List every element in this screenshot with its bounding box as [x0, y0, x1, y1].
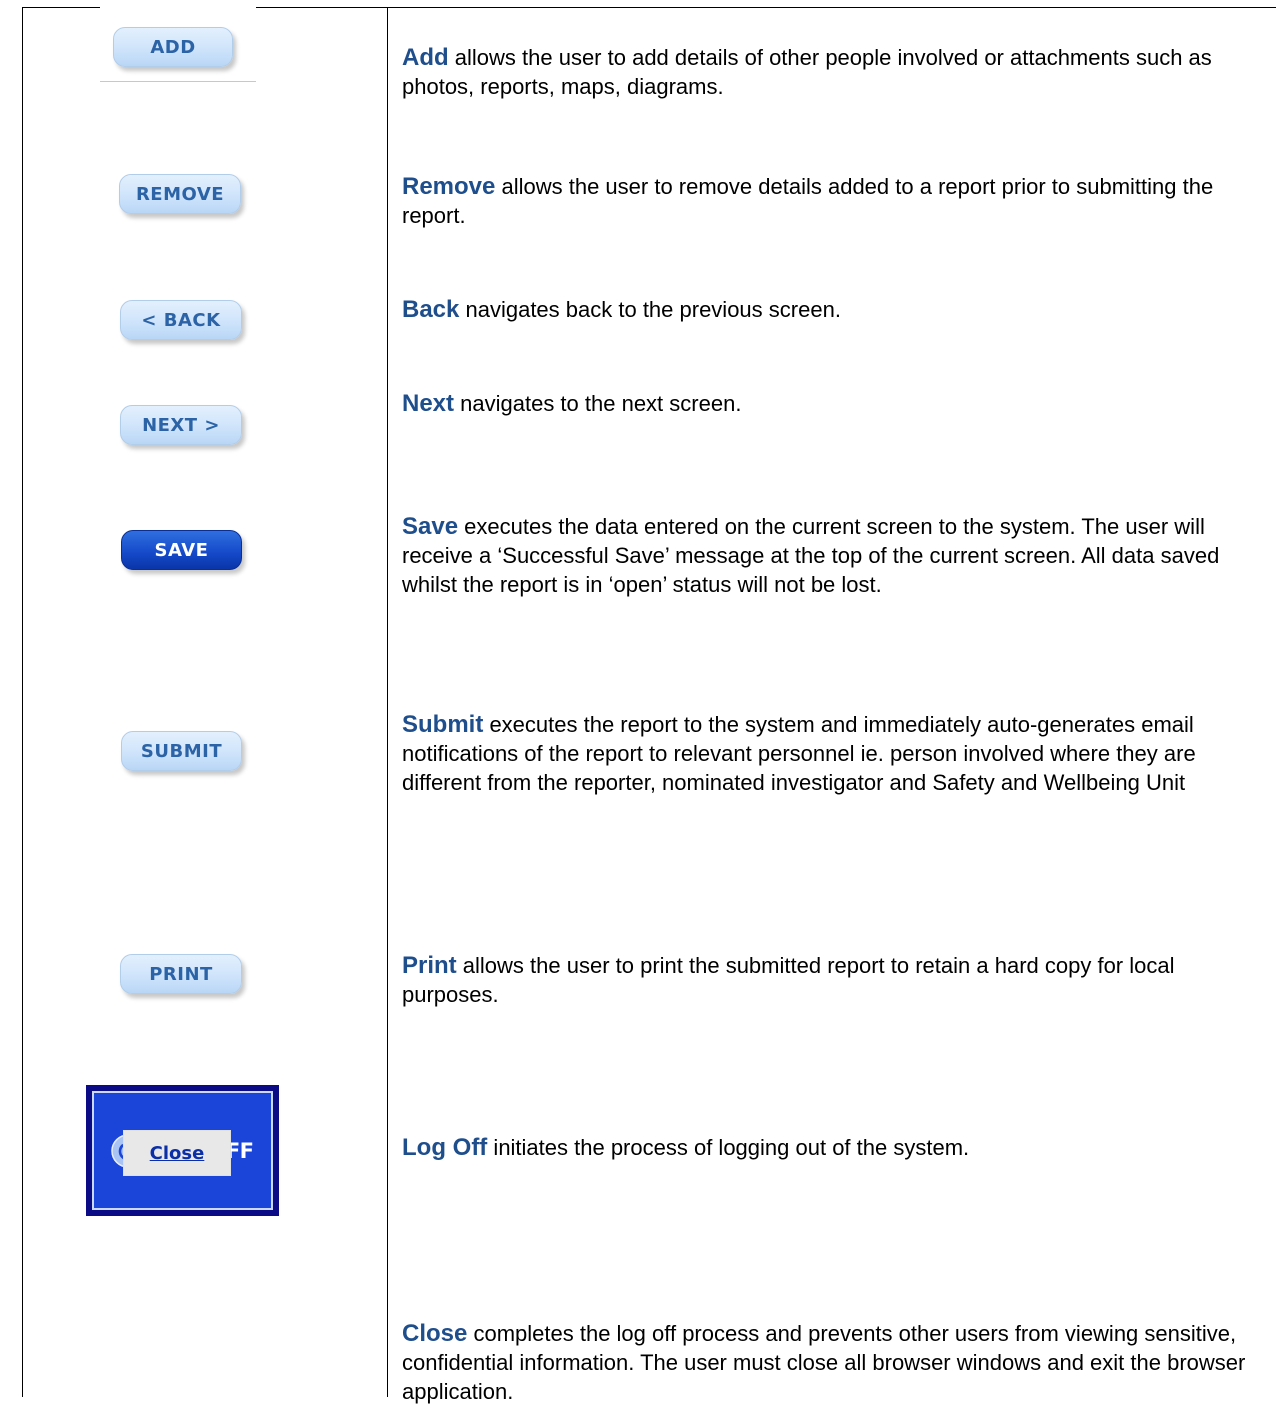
top-border-gap	[100, 6, 256, 9]
close-text: completes the log off process and preven…	[402, 1321, 1246, 1404]
add-text: allows the user to add details of other …	[402, 45, 1212, 99]
logoff-text: initiates the process of logging out of …	[487, 1135, 970, 1160]
next-term: Next	[402, 390, 455, 417]
logoff-term: Log Off	[402, 1134, 488, 1161]
close-term: Close	[402, 1320, 468, 1347]
save-term: Save	[402, 513, 459, 540]
save-button[interactable]: SAVE	[121, 530, 242, 570]
submit-button[interactable]: SUBMIT	[121, 731, 242, 771]
close-link[interactable]: Close	[150, 1143, 205, 1164]
print-description: Print allows the user to print the submi…	[402, 951, 1272, 1009]
back-button[interactable]: < BACK	[120, 300, 242, 340]
add-term: Add	[402, 44, 449, 71]
submit-term: Submit	[402, 711, 484, 738]
back-term: Back	[402, 296, 460, 323]
remove-term: Remove	[402, 173, 496, 200]
back-text: navigates back to the previous screen.	[459, 297, 841, 322]
logoff-description: Log Off initiates the process of logging…	[402, 1133, 1272, 1162]
close-button[interactable]: Close	[123, 1130, 231, 1176]
add-underline	[100, 81, 256, 82]
submit-description: Submit executes the report to the system…	[402, 710, 1272, 797]
back-description: Back navigates back to the previous scre…	[402, 295, 1272, 324]
column-divider	[387, 7, 388, 1397]
document-page: ADD REMOVE < BACK NEXT > SAVE SUBMIT PRI…	[0, 0, 1276, 1404]
remove-description: Remove allows the user to remove details…	[402, 172, 1272, 230]
print-button[interactable]: PRINT	[120, 954, 242, 994]
next-button[interactable]: NEXT >	[120, 405, 242, 445]
next-description: Next navigates to the next screen.	[402, 389, 1272, 418]
save-text: executes the data entered on the current…	[402, 514, 1220, 597]
print-text: allows the user to print the submitted r…	[402, 953, 1175, 1007]
add-button[interactable]: ADD	[113, 27, 233, 67]
add-description: Add allows the user to add details of ot…	[402, 43, 1272, 101]
print-term: Print	[402, 952, 457, 979]
remove-button[interactable]: REMOVE	[119, 174, 241, 214]
save-description: Save executes the data entered on the cu…	[402, 512, 1272, 599]
close-description: Close completes the log off process and …	[402, 1319, 1272, 1406]
submit-text: executes the report to the system and im…	[402, 712, 1196, 795]
remove-text: allows the user to remove details added …	[402, 174, 1214, 228]
next-text: navigates to the next screen.	[454, 391, 742, 416]
